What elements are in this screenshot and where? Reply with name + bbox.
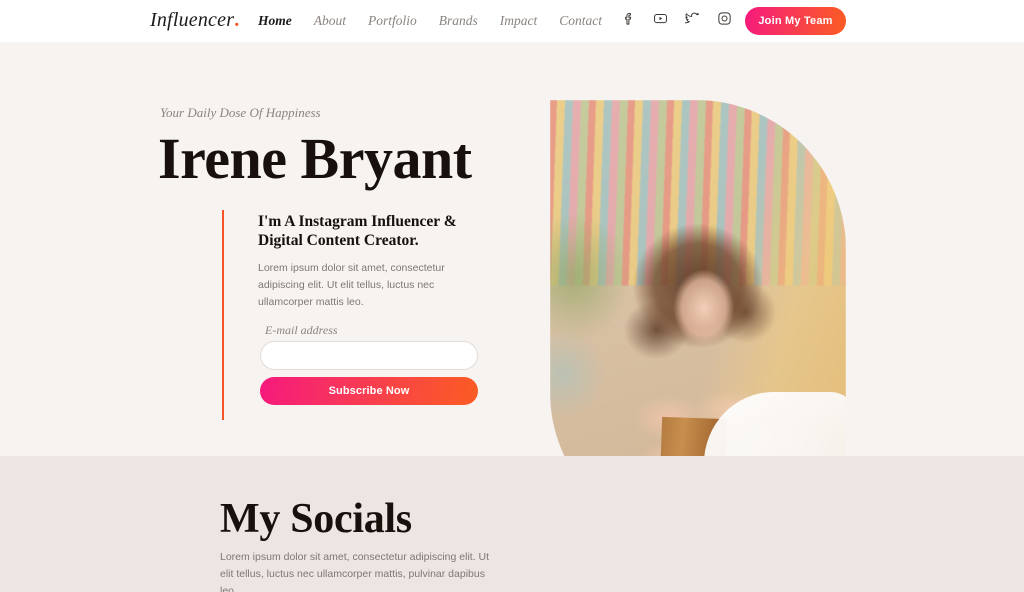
- nav-item-contact[interactable]: Contact: [559, 12, 602, 30]
- youtube-icon[interactable]: [652, 10, 668, 26]
- site-logo-text: Influencer: [150, 9, 235, 31]
- nav-item-home[interactable]: Home: [258, 12, 292, 30]
- facebook-icon[interactable]: [620, 10, 636, 26]
- my-socials-body: Lorem ipsum dolor sit amet, consectetur …: [220, 551, 490, 592]
- hero-title: Irene Bryant: [158, 126, 472, 191]
- nav-item-portfolio[interactable]: Portfolio: [368, 12, 417, 30]
- header-social-links: [620, 10, 732, 26]
- nav-item-about[interactable]: About: [314, 12, 346, 30]
- hero-eyebrow: Your Daily Dose Of Happiness: [160, 105, 321, 120]
- site-header: Influencer. Home About Portfolio Brands …: [0, 0, 1024, 42]
- instagram-icon[interactable]: [716, 10, 732, 26]
- site-logo-dot: .: [234, 9, 240, 31]
- my-socials-section: My Socials Lorem ipsum dolor sit amet, c…: [0, 456, 1024, 592]
- main-navigation: Home About Portfolio Brands Impact Conta…: [258, 12, 602, 30]
- email-input[interactable]: [260, 341, 478, 370]
- twitter-icon[interactable]: [684, 10, 700, 26]
- email-field-label: E-mail address: [265, 323, 338, 337]
- site-logo[interactable]: Influencer.: [150, 9, 239, 32]
- my-socials-title: My Socials: [220, 496, 412, 542]
- hero-subtitle: I'm A Instagram Influencer & Digital Con…: [258, 213, 457, 249]
- subscribe-now-button[interactable]: Subscribe Now: [260, 377, 478, 405]
- hero-body-text: Lorem ipsum dolor sit amet, consectetur …: [258, 262, 445, 308]
- hero-section: Your Daily Dose Of Happiness Irene Bryan…: [0, 42, 1024, 456]
- nav-item-brands[interactable]: Brands: [439, 12, 478, 30]
- nav-item-impact[interactable]: Impact: [500, 12, 538, 30]
- accent-divider-line: [222, 210, 224, 420]
- join-my-team-button[interactable]: Join My Team: [745, 7, 846, 35]
- hero-portrait-image: [550, 100, 846, 456]
